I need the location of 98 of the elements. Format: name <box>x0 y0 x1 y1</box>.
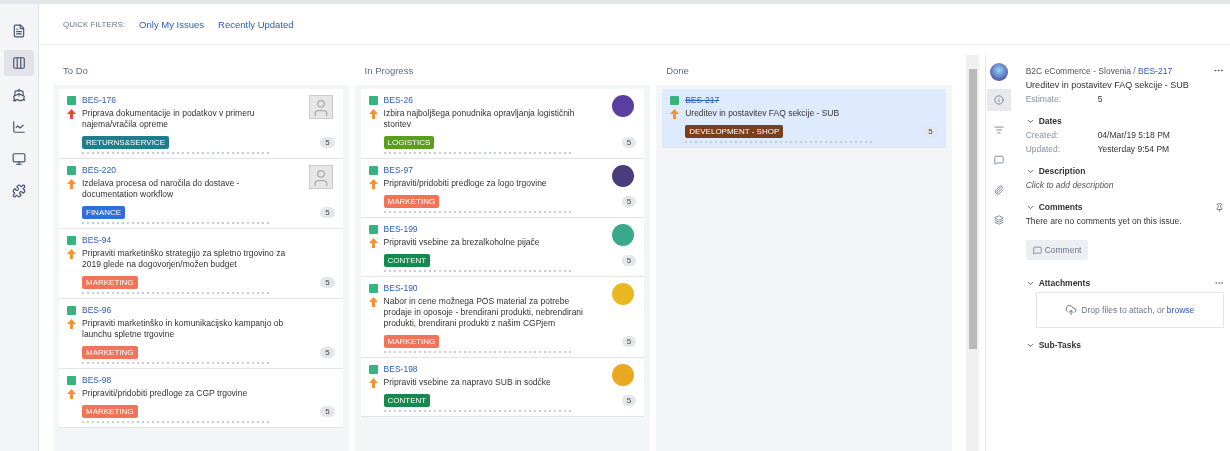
issue-key[interactable]: BES-190 <box>383 283 418 293</box>
comment-button[interactable]: Comment <box>1025 240 1089 260</box>
column-title: Done <box>666 64 689 76</box>
story-icon <box>67 235 76 245</box>
issue-key[interactable]: BES-96 <box>82 305 112 315</box>
estimate-badge: 5 <box>320 137 335 148</box>
epic-label: MARKETING <box>82 405 138 418</box>
issue-card[interactable]: BES-220 Izdelava procesa od naročila do dostave - documentation workflow FINANCE 5 <box>59 159 343 229</box>
avatar-placeholder <box>308 165 333 189</box>
epic-label: RETURNS&SERVICE <box>82 136 169 149</box>
issue-card[interactable]: BES-198 Pripraviti vsebine za napravo SUB in sodčke CONTENT 5 <box>360 358 645 417</box>
field-value: Yesterday 9:54 PM <box>1097 144 1171 154</box>
epic-label: LOGISTICS <box>383 136 435 149</box>
epic-label: MARKETING <box>383 335 440 348</box>
estimate-badge: 5 <box>621 137 637 148</box>
issue-summary: Pripraviti vsebine za napravo SUB in sodčke <box>383 377 551 388</box>
issue-summary: Izdelava procesa od naročila do dostave - documentation workflow <box>82 178 241 200</box>
story-icon <box>67 95 76 105</box>
issue-card[interactable]: BES-98 Pripraviti/pridobiti predloge za CGP trgovine MARKETING 5 <box>59 369 343 428</box>
quick-filters-label: QUICK FILTERS: <box>63 19 126 29</box>
breadcrumb: B2C eCommerce - Slovenia / BES-217 <box>1025 65 1173 76</box>
pin-icon[interactable] <box>1215 202 1224 212</box>
story-icon <box>368 364 378 374</box>
field-value: 5 <box>1097 94 1104 104</box>
quick-filter-link[interactable]: Only My Issues <box>139 18 205 30</box>
issue-card[interactable]: BES-190 Nabor in cene možnega POS material za potrebe prodaje in oposoje - brendirani produkti, nebrendirani produkti, brendirani produkti z našim CGPjem MARKETING 5 <box>360 277 645 358</box>
issue-key[interactable]: BES-26 <box>383 95 413 105</box>
story-icon <box>670 95 680 105</box>
issue-key[interactable]: BES-97 <box>383 165 413 175</box>
issue-summary: Priprava dokumentacije in podatkov v primeru najema/vračila opreme <box>82 108 256 130</box>
issue-summary: Izbira najboljšega ponudnika opravljanja logističnih storitev <box>383 108 576 130</box>
issue-card[interactable]: BES-176 Priprava dokumentacije in podatkov v primeru najema/vračila opreme RETURNS&SERVICE 5 <box>59 89 343 159</box>
story-icon <box>368 283 378 293</box>
comment-icon <box>1032 245 1042 255</box>
estimate-badge: 5 <box>923 126 938 137</box>
issue-card[interactable]: BES-94 Pripraviti marketinško strategijo za spletno trgovino za 2019 glede na dogovorjen/možen budget MARKETING 5 <box>59 229 343 299</box>
issue-key[interactable]: BES-217 <box>685 95 720 105</box>
section-title: Sub-Tasks <box>1038 340 1081 350</box>
issue-summary: Ureditev in postavitev FAQ sekcije - SUB <box>685 108 840 119</box>
field-label: Created: <box>1025 130 1060 140</box>
issue-card[interactable]: BES-199 Pripraviti vsebine za brezalkoholne pijače CONTENT 5 <box>360 218 645 277</box>
issue-card[interactable]: BES-96 Pripraviti marketinško in komunikacijsko kampanjo ob launchu spletne trgovine MARKETING 5 <box>59 299 343 369</box>
story-icon <box>368 224 378 234</box>
avatar-placeholder <box>308 95 333 119</box>
upload-icon <box>1065 304 1078 316</box>
story-icon <box>67 165 76 175</box>
columns-icon[interactable] <box>4 50 34 76</box>
issue-key[interactable]: BES-220 <box>82 165 117 175</box>
epic-label: DEVELOPMENT - SHOP <box>685 125 784 138</box>
story-icon <box>67 305 76 315</box>
drop-zone[interactable]: Drop files to attach, or browse <box>1035 292 1224 328</box>
epic-label: FINANCE <box>82 206 126 219</box>
no-comments-text: There are no comments yet on this issue. <box>1025 216 1183 226</box>
estimate-badge: 5 <box>621 336 637 347</box>
scrollbar[interactable] <box>965 55 980 451</box>
issue-key[interactable]: BES-199 <box>383 224 418 234</box>
description-placeholder[interactable]: Click to add description <box>1025 180 1224 190</box>
epic-label: MARKETING <box>82 346 138 359</box>
story-icon <box>368 165 378 175</box>
estimate-badge: 5 <box>320 406 335 417</box>
browse-link[interactable]: browse <box>1166 305 1195 315</box>
issue-card[interactable]: BES-26 Izbira najboljšega ponudnika opravljanja logističnih storitev LOGISTICS 5 <box>360 89 645 159</box>
estimate-badge: 5 <box>621 395 637 406</box>
section-title: Dates <box>1038 116 1062 126</box>
issue-key[interactable]: BES-98 <box>82 375 112 385</box>
section-title: Comments <box>1038 202 1083 212</box>
issue-summary: Pripraviti/pridobiti predloge za CGP trgovine <box>82 388 248 399</box>
epic-label: CONTENT <box>383 394 431 407</box>
column-title: In Progress <box>364 64 414 76</box>
issue-summary: Pripraviti marketinško in komunikacijsko kampanjo ob launchu spletne trgovine <box>82 318 285 340</box>
story-icon <box>67 375 76 385</box>
estimate-badge: 5 <box>621 255 637 266</box>
section-title: Attachments <box>1038 278 1091 288</box>
issue-key[interactable]: BES-198 <box>383 364 418 374</box>
project-avatar <box>990 63 1008 81</box>
issue-title[interactable]: Ureditev in postavitev FAQ sekcije - SUB <box>1025 80 1224 90</box>
issue-summary: Pripraviti marketinško strategijo za spletno trgovino za 2019 glede na dogovorjen/možen budget <box>82 248 287 270</box>
epic-label: MARKETING <box>82 276 138 289</box>
estimate-badge: 5 <box>320 347 335 358</box>
section-title: Description <box>1038 166 1086 176</box>
issue-key[interactable]: BES-94 <box>82 235 112 245</box>
field-label: Estimate: <box>1025 94 1063 104</box>
story-icon <box>368 95 378 105</box>
field-label: Updated: <box>1025 144 1062 154</box>
issue-card[interactable]: BES-97 Pripraviti/pridobiti predloge za logo trgovine MARKETING 5 <box>360 159 645 218</box>
estimate-badge: 5 <box>320 207 335 218</box>
issue-summary: Pripraviti vsebine za brezalkoholne pijače <box>383 237 540 248</box>
issue-card[interactable]: BES-217 Ureditev in postavitev FAQ sekcije - SUB DEVELOPMENT - SHOP 5 <box>662 89 946 148</box>
issue-summary: Pripraviti/pridobiti predloge za logo trgovine <box>383 178 547 189</box>
epic-label: MARKETING <box>383 195 440 208</box>
estimate-badge: 5 <box>621 196 637 207</box>
issue-key[interactable]: BES-176 <box>82 95 117 105</box>
issue-summary: Nabor in cene možnega POS material za potrebe prodaje in oposoje - brendirani produkti, nebrendirani produkti, brendirani produkti z našim CGPjem <box>383 296 584 329</box>
field-value: 04/Mar/19 5:18 PM <box>1097 130 1171 140</box>
quick-filter-link[interactable]: Recently Updated <box>218 18 294 30</box>
column-title: To Do <box>63 64 88 76</box>
epic-label: CONTENT <box>383 254 431 267</box>
estimate-badge: 5 <box>320 277 335 288</box>
